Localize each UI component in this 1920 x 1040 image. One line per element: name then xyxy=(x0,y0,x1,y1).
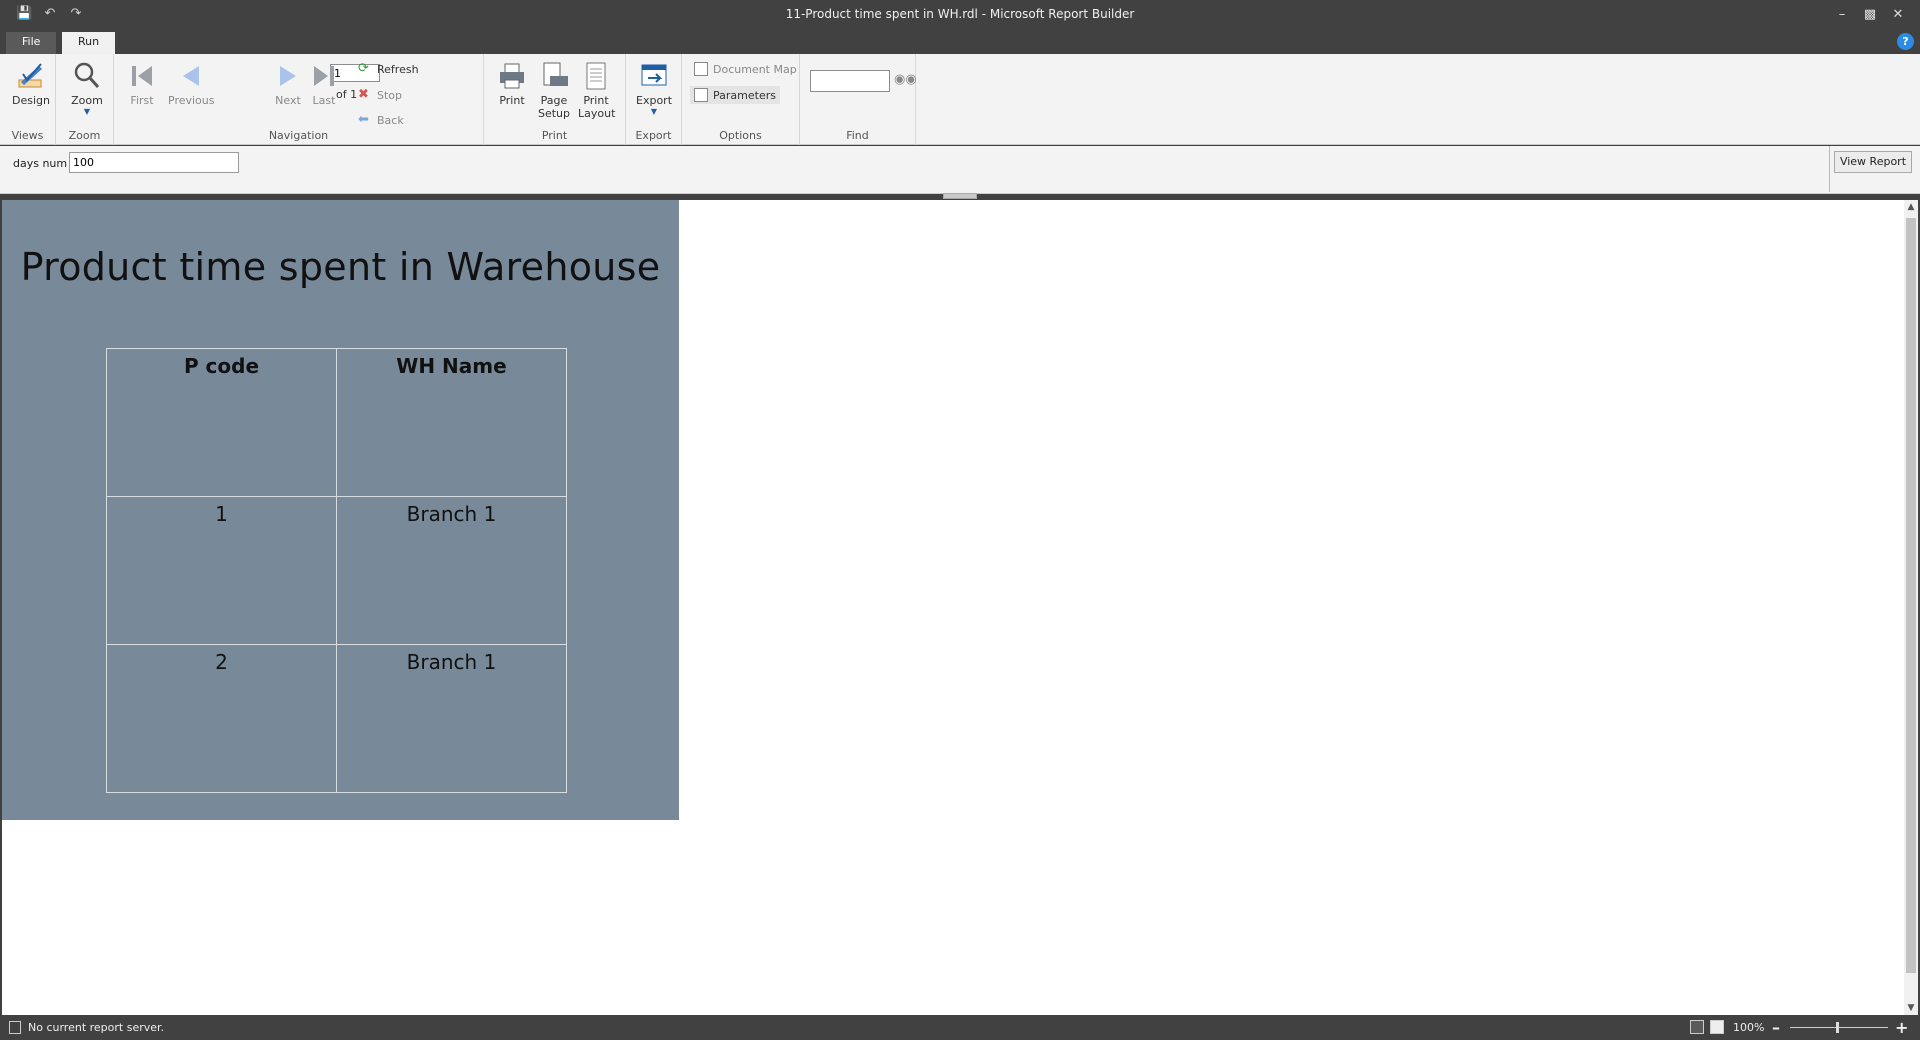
scroll-up-icon[interactable]: ▲ xyxy=(1904,202,1918,212)
parameters-icon xyxy=(694,88,708,102)
back-button[interactable]: ⬅ Back xyxy=(358,113,404,127)
report-page: Product time spent in Warehouse P code W… xyxy=(2,200,679,820)
days-num-input[interactable] xyxy=(69,152,239,173)
help-icon[interactable]: ? xyxy=(1897,33,1914,50)
last-page-icon xyxy=(314,66,334,86)
export-icon xyxy=(641,64,667,86)
group-print: Print Page Setup Print Layout Print xyxy=(484,54,626,145)
stop-icon: ✖ xyxy=(358,87,369,102)
page-setup-icon xyxy=(543,62,568,86)
document-map-button[interactable]: Document Map xyxy=(694,62,797,76)
refresh-button[interactable]: ⟳ Refresh xyxy=(358,62,419,76)
parameter-bar: days num View Report xyxy=(0,146,1920,194)
tab-run[interactable]: Run xyxy=(62,32,116,54)
view-report-button[interactable]: View Report xyxy=(1834,151,1912,173)
chevron-down-icon: ▼ xyxy=(83,107,91,116)
table-cell: Branch 1 xyxy=(336,496,567,645)
last-page-button[interactable]: Last xyxy=(308,60,340,107)
binoculars-icon[interactable]: ◉◉ xyxy=(894,72,917,87)
refresh-icon: ⟳ xyxy=(358,61,369,76)
scroll-down-icon[interactable]: ▼ xyxy=(1904,1003,1918,1013)
printer-icon xyxy=(500,63,524,89)
document-map-icon xyxy=(694,62,708,76)
restore-button[interactable]: ▩ xyxy=(1858,4,1882,26)
zoom-in-icon[interactable]: + xyxy=(1895,1018,1908,1037)
group-find: Find xyxy=(800,54,916,145)
table-cell: 1 xyxy=(106,496,337,645)
table-header-row: P code WH Name xyxy=(106,348,567,497)
window-title: 11-Product time spent in WH.rdl - Micros… xyxy=(785,7,1135,21)
zoom-level: 100% xyxy=(1733,1021,1765,1034)
table-cell: 2 xyxy=(106,644,337,793)
next-page-button[interactable]: Next xyxy=(272,60,304,107)
status-text: No current report server. xyxy=(28,1021,165,1034)
table-row: 1 Branch 1 xyxy=(106,496,567,645)
previous-page-icon xyxy=(183,66,200,86)
find-input[interactable] xyxy=(810,70,890,92)
vertical-scrollbar[interactable]: ▲ ▼ xyxy=(1904,200,1918,1015)
group-export: Export ▼ Export xyxy=(626,54,682,145)
previous-page-button[interactable]: Previous xyxy=(168,60,215,107)
parameter-pane-splitter[interactable] xyxy=(943,193,977,199)
print-layout-icon xyxy=(586,62,606,90)
minimize-button[interactable]: – xyxy=(1830,4,1854,26)
divider xyxy=(1829,146,1830,192)
magnifier-icon xyxy=(74,62,100,88)
ribbon: Design Views Zoom ▼ Zoom First Previous xyxy=(0,54,1920,145)
design-icon xyxy=(18,63,42,88)
tab-file[interactable]: File xyxy=(6,32,57,54)
layout-icon[interactable] xyxy=(1690,1020,1704,1034)
next-page-icon xyxy=(280,66,296,86)
column-header: P code xyxy=(106,348,337,497)
group-zoom: Zoom ▼ Zoom xyxy=(56,54,114,145)
server-icon xyxy=(9,1021,21,1034)
zoom-slider[interactable] xyxy=(1790,1027,1888,1028)
zoom-slider-thumb[interactable] xyxy=(1836,1022,1839,1033)
zoom-out-icon[interactable]: – xyxy=(1772,1018,1780,1037)
table-cell: Branch 1 xyxy=(336,644,567,793)
design-button[interactable]: Design xyxy=(12,60,50,107)
zoom-button[interactable]: Zoom ▼ xyxy=(71,60,103,116)
ribbon-tabs: File Run ? xyxy=(0,30,1920,54)
stop-button[interactable]: ✖ Stop xyxy=(358,88,402,102)
report-title: Product time spent in Warehouse xyxy=(20,245,661,289)
close-button[interactable]: ✕ xyxy=(1886,4,1910,26)
window-controls: – ▩ ✕ xyxy=(1830,4,1910,26)
export-button[interactable]: Export ▼ xyxy=(636,60,672,116)
print-layout-button[interactable]: Print Layout xyxy=(578,60,615,120)
parameters-button[interactable]: Parameters xyxy=(690,86,780,104)
back-arrow-icon: ⬅ xyxy=(358,112,369,127)
page-setup-button[interactable]: Page Setup xyxy=(536,60,572,120)
page-view-icon[interactable] xyxy=(1710,1020,1724,1034)
group-options: Document Map Parameters Options xyxy=(682,54,800,145)
report-table: P code WH Name 1 Branch 1 2 Branch 1 xyxy=(106,348,567,793)
scrollbar-thumb[interactable] xyxy=(1906,218,1916,973)
status-bar: No current report server. 100% – + xyxy=(0,1016,1920,1040)
chevron-down-icon: ▼ xyxy=(650,107,658,116)
days-num-label: days num xyxy=(13,157,68,170)
first-page-button[interactable]: First xyxy=(126,60,158,107)
table-row: 2 Branch 1 xyxy=(106,644,567,793)
group-views: Design Views xyxy=(0,54,56,145)
title-bar: 💾 ↶ ↷ 11-Product time spent in WH.rdl - … xyxy=(0,0,1920,30)
group-navigation: First Previous of 1 Next Last ⟳ Refresh xyxy=(114,54,484,145)
column-header: WH Name xyxy=(336,348,567,497)
first-page-icon xyxy=(132,66,152,86)
print-button[interactable]: Print xyxy=(496,60,528,107)
